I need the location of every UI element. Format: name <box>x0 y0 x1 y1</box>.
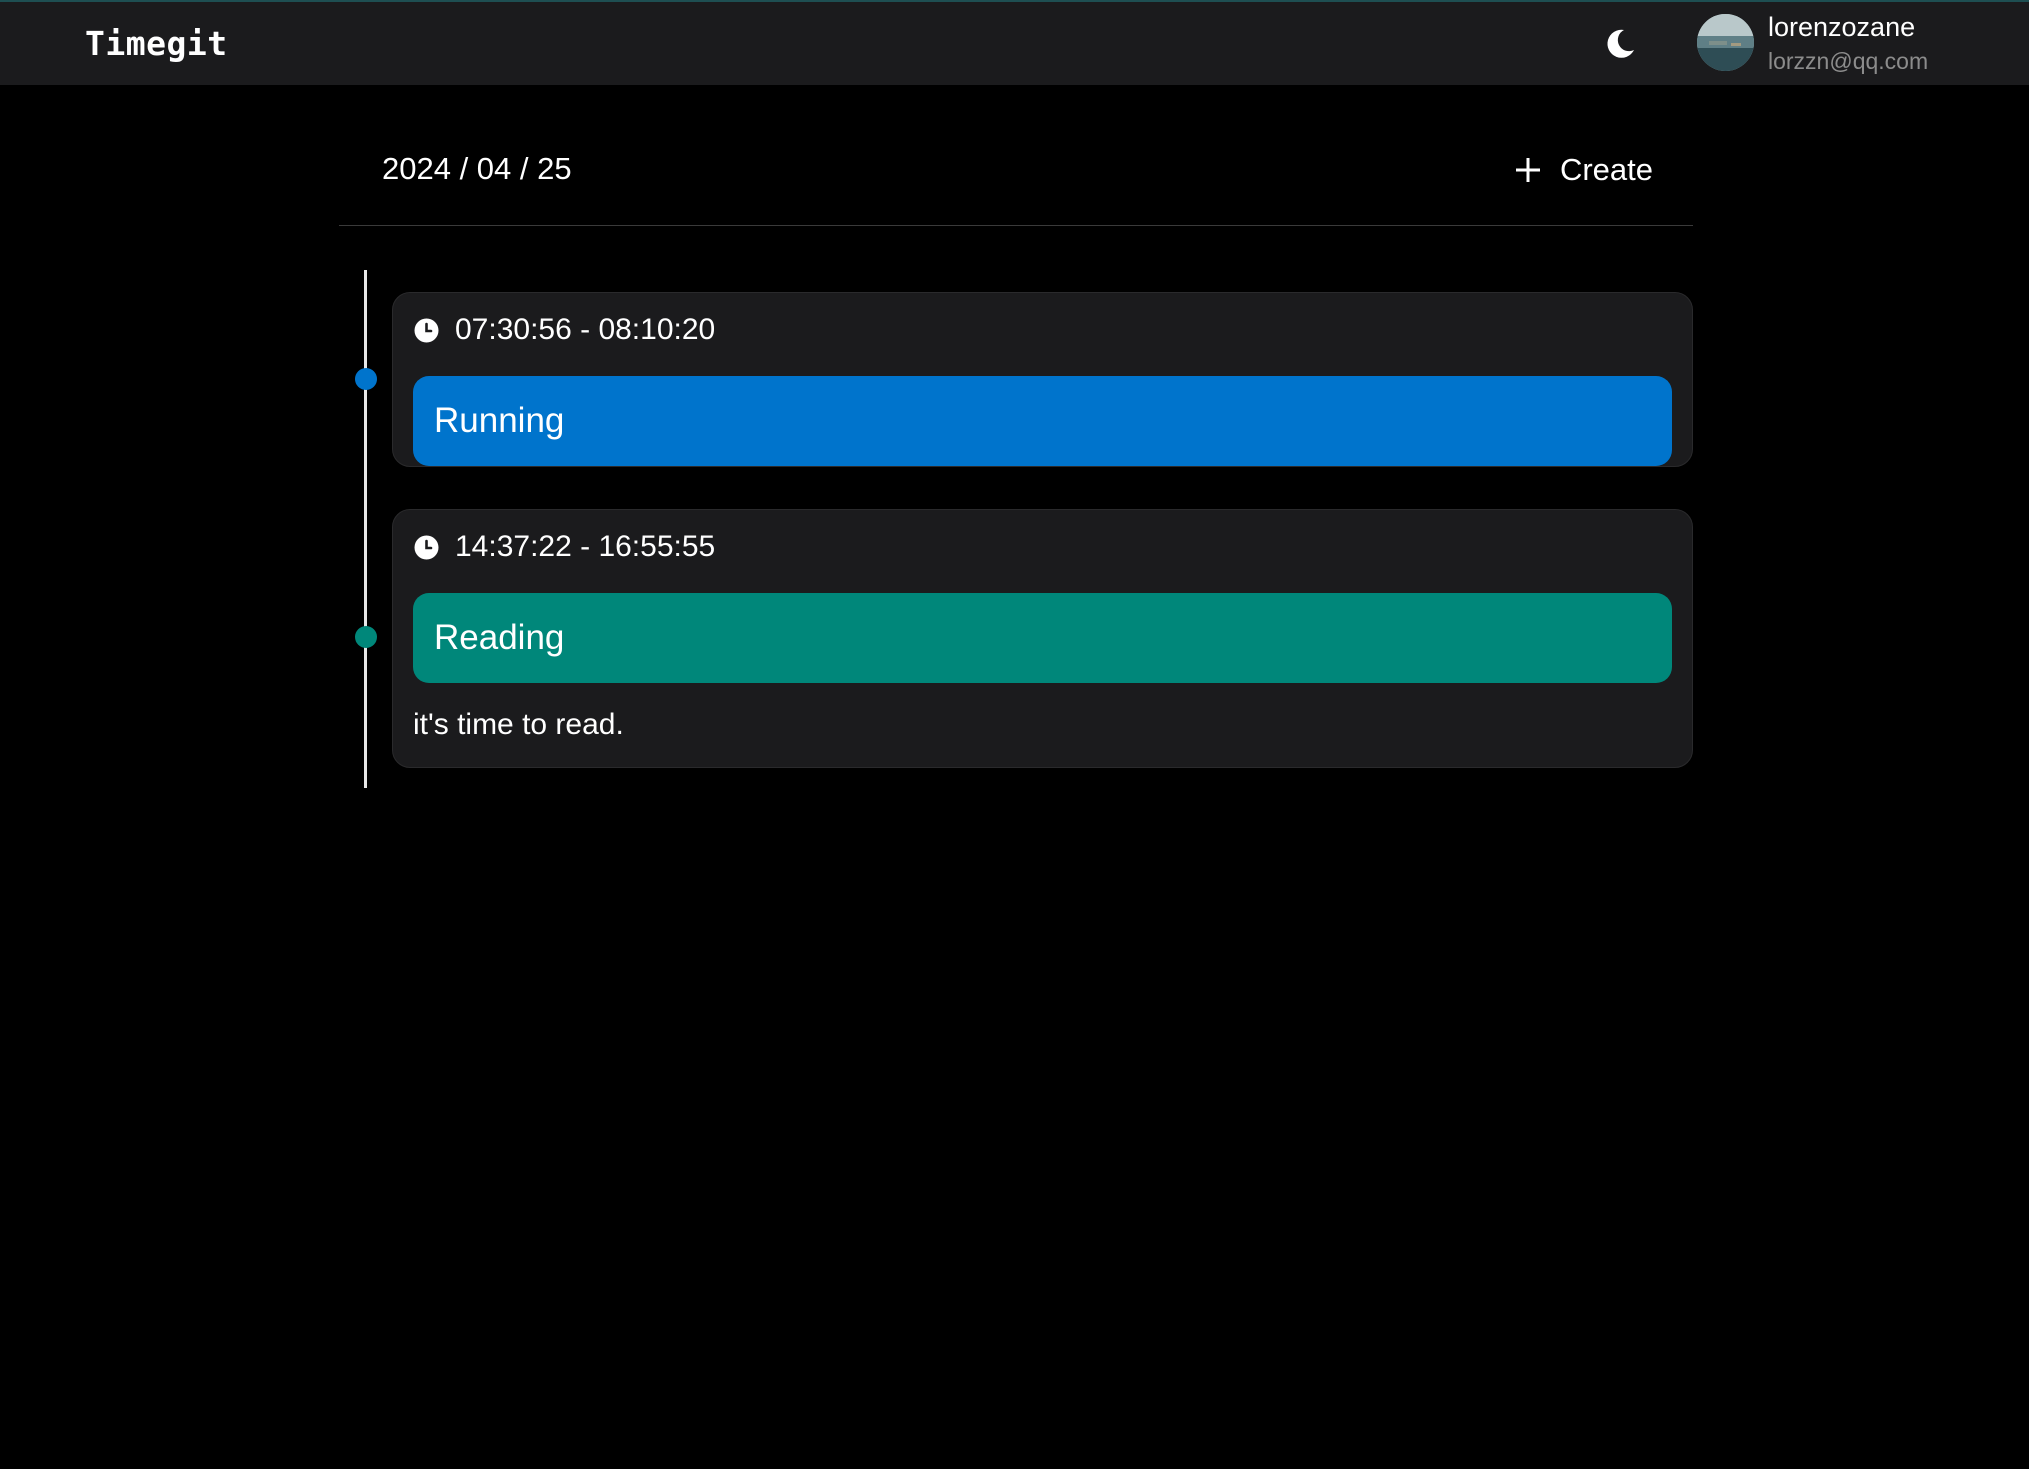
entry-tag-reading[interactable]: Reading <box>413 593 1672 683</box>
entry-note: it's time to read. <box>413 708 624 741</box>
entry-tag-running[interactable]: Running <box>413 376 1672 466</box>
timeline-line <box>364 270 367 788</box>
entry-time-range: 07:30:56 - 08:10:20 <box>414 313 715 347</box>
entry-time-range: 14:37:22 - 16:55:55 <box>414 530 715 564</box>
current-date[interactable]: 2024 / 04 / 25 <box>382 151 572 187</box>
app-logo[interactable]: Timegit <box>85 24 228 63</box>
clock-icon <box>414 318 439 342</box>
avatar[interactable] <box>1697 14 1754 71</box>
top-bar: Timegit lorenzozane lorzzn@qq.com <box>0 0 2029 85</box>
time-entry-card[interactable]: 14:37:22 - 16:55:55 Reading it's time to… <box>392 509 1693 768</box>
date-header: 2024 / 04 / 25 Create <box>339 118 1693 226</box>
create-button-label: Create <box>1559 152 1653 187</box>
timeline-dot-reading <box>355 626 377 648</box>
moon-icon <box>1607 29 1634 58</box>
plus-icon <box>1515 158 1540 182</box>
time-entry-card[interactable]: 07:30:56 - 08:10:20 Running <box>392 292 1693 467</box>
entry-time-text: 07:30:56 - 08:10:20 <box>455 313 716 346</box>
user-email: lorzzn@qq.com <box>1768 48 1929 74</box>
clock-icon <box>414 535 439 559</box>
user-name: lorenzozane <box>1768 12 1916 42</box>
create-button[interactable]: Create <box>1514 148 1653 192</box>
theme-toggle-button[interactable] <box>1600 24 1640 64</box>
avatar-image <box>1697 14 1754 71</box>
entry-time-text: 14:37:22 - 16:55:55 <box>455 530 716 563</box>
timeline-dot-running <box>355 368 377 390</box>
